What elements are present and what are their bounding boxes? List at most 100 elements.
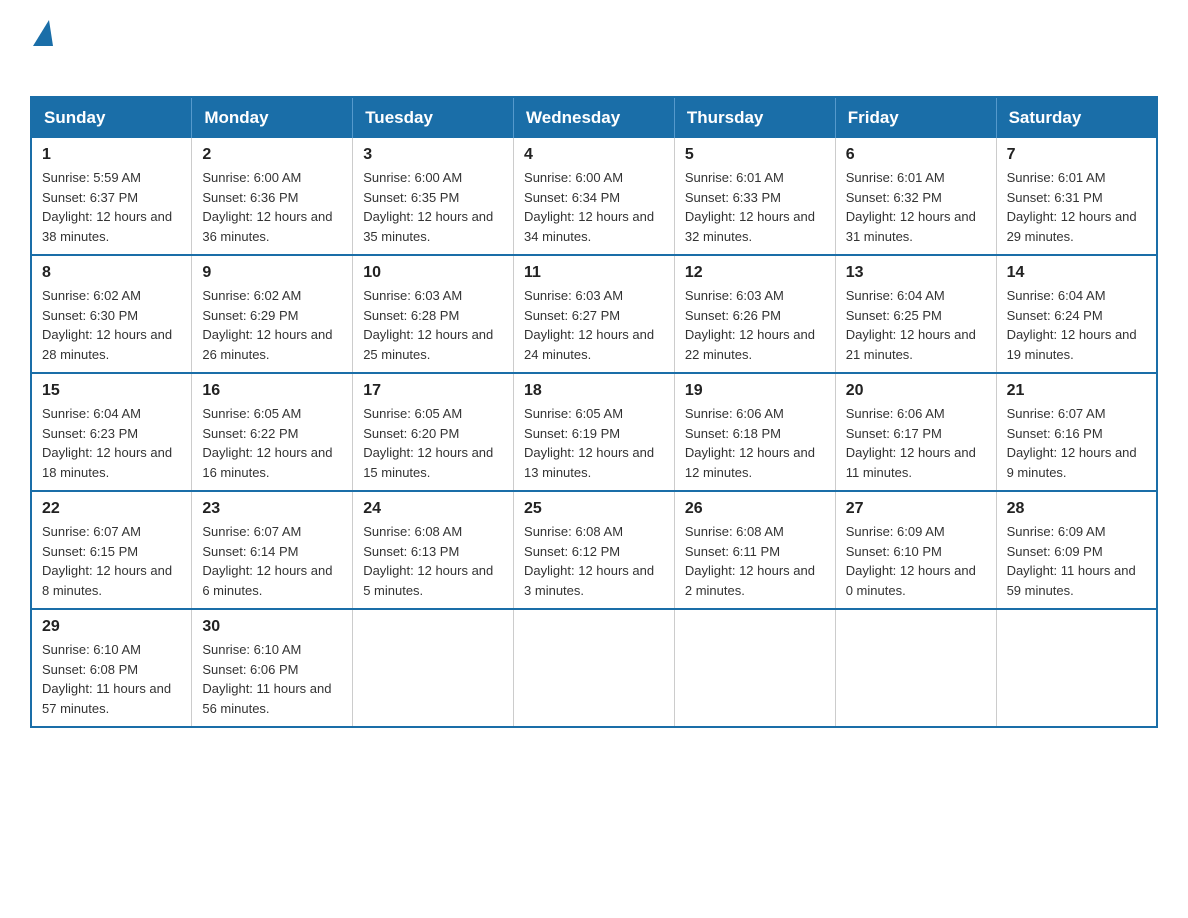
day-cell-20: 20 Sunrise: 6:06 AM Sunset: 6:17 PM Dayl… bbox=[835, 373, 996, 491]
day-info: Sunrise: 6:05 AM Sunset: 6:22 PM Dayligh… bbox=[202, 404, 342, 482]
day-number: 17 bbox=[363, 382, 503, 400]
weekday-header-saturday: Saturday bbox=[996, 97, 1157, 138]
day-cell-4: 4 Sunrise: 6:00 AM Sunset: 6:34 PM Dayli… bbox=[514, 138, 675, 255]
day-number: 29 bbox=[42, 618, 181, 636]
day-cell-12: 12 Sunrise: 6:03 AM Sunset: 6:26 PM Dayl… bbox=[674, 255, 835, 373]
day-number: 3 bbox=[363, 146, 503, 164]
day-info: Sunrise: 6:02 AM Sunset: 6:29 PM Dayligh… bbox=[202, 286, 342, 364]
empty-cell-4-3 bbox=[514, 609, 675, 727]
day-number: 7 bbox=[1007, 146, 1146, 164]
day-number: 26 bbox=[685, 500, 825, 518]
day-number: 24 bbox=[363, 500, 503, 518]
day-cell-16: 16 Sunrise: 6:05 AM Sunset: 6:22 PM Dayl… bbox=[192, 373, 353, 491]
day-number: 28 bbox=[1007, 500, 1146, 518]
day-info: Sunrise: 6:06 AM Sunset: 6:17 PM Dayligh… bbox=[846, 404, 986, 482]
day-cell-11: 11 Sunrise: 6:03 AM Sunset: 6:27 PM Dayl… bbox=[514, 255, 675, 373]
day-cell-28: 28 Sunrise: 6:09 AM Sunset: 6:09 PM Dayl… bbox=[996, 491, 1157, 609]
weekday-header-friday: Friday bbox=[835, 97, 996, 138]
day-number: 21 bbox=[1007, 382, 1146, 400]
day-cell-13: 13 Sunrise: 6:04 AM Sunset: 6:25 PM Dayl… bbox=[835, 255, 996, 373]
day-number: 23 bbox=[202, 500, 342, 518]
day-cell-27: 27 Sunrise: 6:09 AM Sunset: 6:10 PM Dayl… bbox=[835, 491, 996, 609]
day-cell-23: 23 Sunrise: 6:07 AM Sunset: 6:14 PM Dayl… bbox=[192, 491, 353, 609]
day-cell-10: 10 Sunrise: 6:03 AM Sunset: 6:28 PM Dayl… bbox=[353, 255, 514, 373]
logo bbox=[30, 20, 84, 76]
day-cell-17: 17 Sunrise: 6:05 AM Sunset: 6:20 PM Dayl… bbox=[353, 373, 514, 491]
day-number: 4 bbox=[524, 146, 664, 164]
day-cell-9: 9 Sunrise: 6:02 AM Sunset: 6:29 PM Dayli… bbox=[192, 255, 353, 373]
day-cell-14: 14 Sunrise: 6:04 AM Sunset: 6:24 PM Dayl… bbox=[996, 255, 1157, 373]
day-number: 10 bbox=[363, 264, 503, 282]
day-number: 12 bbox=[685, 264, 825, 282]
day-info: Sunrise: 6:08 AM Sunset: 6:12 PM Dayligh… bbox=[524, 522, 664, 600]
day-info: Sunrise: 6:09 AM Sunset: 6:10 PM Dayligh… bbox=[846, 522, 986, 600]
day-info: Sunrise: 6:06 AM Sunset: 6:18 PM Dayligh… bbox=[685, 404, 825, 482]
day-number: 11 bbox=[524, 264, 664, 282]
day-info: Sunrise: 6:00 AM Sunset: 6:34 PM Dayligh… bbox=[524, 168, 664, 246]
day-number: 5 bbox=[685, 146, 825, 164]
day-number: 1 bbox=[42, 146, 181, 164]
day-cell-6: 6 Sunrise: 6:01 AM Sunset: 6:32 PM Dayli… bbox=[835, 138, 996, 255]
day-info: Sunrise: 6:07 AM Sunset: 6:15 PM Dayligh… bbox=[42, 522, 181, 600]
weekday-header-sunday: Sunday bbox=[31, 97, 192, 138]
day-number: 19 bbox=[685, 382, 825, 400]
day-cell-25: 25 Sunrise: 6:08 AM Sunset: 6:12 PM Dayl… bbox=[514, 491, 675, 609]
day-info: Sunrise: 6:10 AM Sunset: 6:08 PM Dayligh… bbox=[42, 640, 181, 718]
empty-cell-4-4 bbox=[674, 609, 835, 727]
day-info: Sunrise: 6:09 AM Sunset: 6:09 PM Dayligh… bbox=[1007, 522, 1146, 600]
weekday-header-row: SundayMondayTuesdayWednesdayThursdayFrid… bbox=[31, 97, 1157, 138]
day-info: Sunrise: 6:01 AM Sunset: 6:31 PM Dayligh… bbox=[1007, 168, 1146, 246]
day-cell-29: 29 Sunrise: 6:10 AM Sunset: 6:08 PM Dayl… bbox=[31, 609, 192, 727]
day-info: Sunrise: 6:03 AM Sunset: 6:27 PM Dayligh… bbox=[524, 286, 664, 364]
day-info: Sunrise: 6:08 AM Sunset: 6:13 PM Dayligh… bbox=[363, 522, 503, 600]
day-number: 22 bbox=[42, 500, 181, 518]
day-number: 20 bbox=[846, 382, 986, 400]
day-info: Sunrise: 6:02 AM Sunset: 6:30 PM Dayligh… bbox=[42, 286, 181, 364]
day-cell-26: 26 Sunrise: 6:08 AM Sunset: 6:11 PM Dayl… bbox=[674, 491, 835, 609]
page-header bbox=[30, 20, 1158, 76]
day-number: 30 bbox=[202, 618, 342, 636]
day-info: Sunrise: 6:07 AM Sunset: 6:16 PM Dayligh… bbox=[1007, 404, 1146, 482]
day-cell-24: 24 Sunrise: 6:08 AM Sunset: 6:13 PM Dayl… bbox=[353, 491, 514, 609]
day-info: Sunrise: 6:10 AM Sunset: 6:06 PM Dayligh… bbox=[202, 640, 342, 718]
day-info: Sunrise: 6:08 AM Sunset: 6:11 PM Dayligh… bbox=[685, 522, 825, 600]
weekday-header-wednesday: Wednesday bbox=[514, 97, 675, 138]
day-cell-22: 22 Sunrise: 6:07 AM Sunset: 6:15 PM Dayl… bbox=[31, 491, 192, 609]
empty-cell-4-2 bbox=[353, 609, 514, 727]
day-cell-1: 1 Sunrise: 5:59 AM Sunset: 6:37 PM Dayli… bbox=[31, 138, 192, 255]
day-info: Sunrise: 6:01 AM Sunset: 6:33 PM Dayligh… bbox=[685, 168, 825, 246]
day-info: Sunrise: 6:04 AM Sunset: 6:24 PM Dayligh… bbox=[1007, 286, 1146, 364]
day-cell-5: 5 Sunrise: 6:01 AM Sunset: 6:33 PM Dayli… bbox=[674, 138, 835, 255]
day-number: 2 bbox=[202, 146, 342, 164]
week-row-2: 8 Sunrise: 6:02 AM Sunset: 6:30 PM Dayli… bbox=[31, 255, 1157, 373]
calendar-table: SundayMondayTuesdayWednesdayThursdayFrid… bbox=[30, 96, 1158, 728]
day-number: 8 bbox=[42, 264, 181, 282]
day-info: Sunrise: 6:01 AM Sunset: 6:32 PM Dayligh… bbox=[846, 168, 986, 246]
day-info: Sunrise: 6:05 AM Sunset: 6:19 PM Dayligh… bbox=[524, 404, 664, 482]
day-info: Sunrise: 6:03 AM Sunset: 6:26 PM Dayligh… bbox=[685, 286, 825, 364]
weekday-header-thursday: Thursday bbox=[674, 97, 835, 138]
day-cell-18: 18 Sunrise: 6:05 AM Sunset: 6:19 PM Dayl… bbox=[514, 373, 675, 491]
week-row-4: 22 Sunrise: 6:07 AM Sunset: 6:15 PM Dayl… bbox=[31, 491, 1157, 609]
day-info: Sunrise: 6:07 AM Sunset: 6:14 PM Dayligh… bbox=[202, 522, 342, 600]
day-number: 6 bbox=[846, 146, 986, 164]
empty-cell-4-6 bbox=[996, 609, 1157, 727]
weekday-header-monday: Monday bbox=[192, 97, 353, 138]
day-info: Sunrise: 5:59 AM Sunset: 6:37 PM Dayligh… bbox=[42, 168, 181, 246]
day-info: Sunrise: 6:04 AM Sunset: 6:25 PM Dayligh… bbox=[846, 286, 986, 364]
day-cell-8: 8 Sunrise: 6:02 AM Sunset: 6:30 PM Dayli… bbox=[31, 255, 192, 373]
day-number: 16 bbox=[202, 382, 342, 400]
day-number: 18 bbox=[524, 382, 664, 400]
day-info: Sunrise: 6:00 AM Sunset: 6:35 PM Dayligh… bbox=[363, 168, 503, 246]
day-number: 25 bbox=[524, 500, 664, 518]
day-info: Sunrise: 6:04 AM Sunset: 6:23 PM Dayligh… bbox=[42, 404, 181, 482]
day-number: 9 bbox=[202, 264, 342, 282]
day-info: Sunrise: 6:00 AM Sunset: 6:36 PM Dayligh… bbox=[202, 168, 342, 246]
empty-cell-4-5 bbox=[835, 609, 996, 727]
day-number: 13 bbox=[846, 264, 986, 282]
day-number: 15 bbox=[42, 382, 181, 400]
day-number: 14 bbox=[1007, 264, 1146, 282]
weekday-header-tuesday: Tuesday bbox=[353, 97, 514, 138]
day-cell-2: 2 Sunrise: 6:00 AM Sunset: 6:36 PM Dayli… bbox=[192, 138, 353, 255]
day-number: 27 bbox=[846, 500, 986, 518]
